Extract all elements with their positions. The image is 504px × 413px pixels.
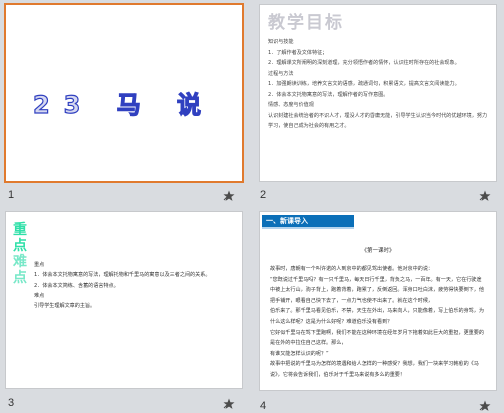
slide-thumbnail-1[interactable]: 23 马 说 1 [0, 0, 252, 206]
body-line: 难点 [34, 292, 45, 299]
slide-title: 23 马 说 [32, 90, 216, 119]
slide-1[interactable]: 23 马 说 [6, 5, 242, 181]
body-line: 重点 [34, 262, 45, 268]
slide-title: 教学目标 [268, 13, 344, 33]
body-line: 1．了解作者及文体特征； [268, 49, 328, 56]
body-line: 故事中把说的千里马为怎样的境遇和给人怎样的一种感受？我想，我们一块来学习韩愈的《… [270, 361, 479, 378]
slide-2[interactable]: 教学目标 知识与技能 1．了解作者及文体特征； 2．理解课文所阐明的深刻道理，充… [260, 5, 496, 181]
body-line: 认识封建社会统治者的不识人才，埋没人才的昏庸无能，引导学生认识当今时代的优越环境… [268, 112, 488, 130]
slide-thumbnail-3[interactable]: 重 点 难 点 重点 1．体会本文托物寓意的写法，理解托物和千里马的寓意以及三者… [0, 206, 252, 413]
slide-4[interactable]: 一、新课导入 《第一课时》 故事时，唐朝有一个叫许诺的人到京中的都见驾出使者。他… [260, 212, 496, 390]
body-line: 2．理解课文所阐明的深刻道理，充分领悟作者的情怀，认识往时所存在的社会现象。 [268, 60, 460, 66]
body-line: 引导学生理解文章的主旨。 [34, 303, 96, 310]
vertical-title-char: 点 [13, 270, 27, 286]
slide-subtitle: 《第一课时》 [361, 248, 395, 254]
slide-animation-star-icon[interactable] [223, 190, 235, 202]
slide-thumbnail-2[interactable]: 教学目标 知识与技能 1．了解作者及文体特征； 2．理解课文所阐明的深刻道理，充… [252, 0, 504, 206]
body-line: 1．加强朗读训练，培养文言文的语感，疏通词句，积累语文，提高文言文阅读能力。 [268, 81, 460, 87]
body-line: 故事时，唐朝有一个叫许诺的人到京中的都见驾出使者。他对京中的说： [270, 266, 434, 272]
slide-animation-star-icon[interactable] [479, 400, 491, 412]
vertical-title: 重 点 难 点 [11, 222, 29, 286]
body-line: 情感、态度与价值观 [268, 102, 314, 108]
vertical-title-char: 点 [13, 238, 27, 254]
slide-number: 4 [260, 400, 267, 412]
slide-body: 重点 1．体会本文托物寓意的写法，理解托物和千里马的寓意以及三者之间的关系。 2… [34, 260, 234, 311]
section-banner: 一、新课导入 [262, 215, 354, 229]
slide-thumbnail-4[interactable]: 一、新课导入 《第一课时》 故事时，唐朝有一个叫许诺的人到京中的都见驾出使者。他… [252, 206, 504, 413]
body-line: 2．体会本文简练、含蓄的语言特点。 [34, 282, 119, 289]
slide-animation-star-icon[interactable] [479, 190, 491, 202]
body-line: 它好似千里马在驾下里跑啊，我们不能在这种环境在经年岁月下拖着如此巨大的重担，更重… [270, 329, 484, 347]
body-line: 知识与技能 [268, 39, 294, 45]
body-line: “您既说过千里马吗？有一只千里马，每天日行千里，背负之马，一百年。有一天，它在行… [270, 276, 484, 304]
slide-3[interactable]: 重 点 难 点 重点 1．体会本文托物寓意的写法，理解托物和千里马的寓意以及三者… [6, 212, 242, 388]
slide-number: 2 [260, 189, 267, 201]
slide-number: 3 [8, 397, 15, 409]
body-line: 伯乐来了。那千里马看见伯乐，不禁，天生在外出，马来向人，只能像着，写上伯乐的身驾… [270, 308, 484, 325]
body-line: 过程与方法 [268, 70, 294, 77]
vertical-title-char: 重 [13, 222, 27, 238]
section-banner-label: 一、新课导入 [266, 217, 308, 225]
vertical-title-char: 难 [13, 254, 27, 270]
slide-animation-star-icon[interactable] [223, 398, 235, 410]
slide-number: 1 [8, 189, 15, 201]
slide-body: 知识与技能 1．了解作者及文体特征； 2．理解课文所阐明的深刻道理，充分领悟作者… [268, 37, 488, 132]
body-line: 2．体会本文托物寓意的写法，理解作者的写作意图。 [268, 91, 389, 98]
slide-body: 故事时，唐朝有一个叫许诺的人到京中的都见驾出使者。他对京中的说： “您既说过千里… [270, 264, 486, 381]
body-line: 1．体会本文托物寓意的写法，理解托物和千里马的寓意以及三者之间的关系。 [34, 272, 211, 279]
body-line: 有谁又能怎样认识的呢？” [270, 350, 329, 357]
